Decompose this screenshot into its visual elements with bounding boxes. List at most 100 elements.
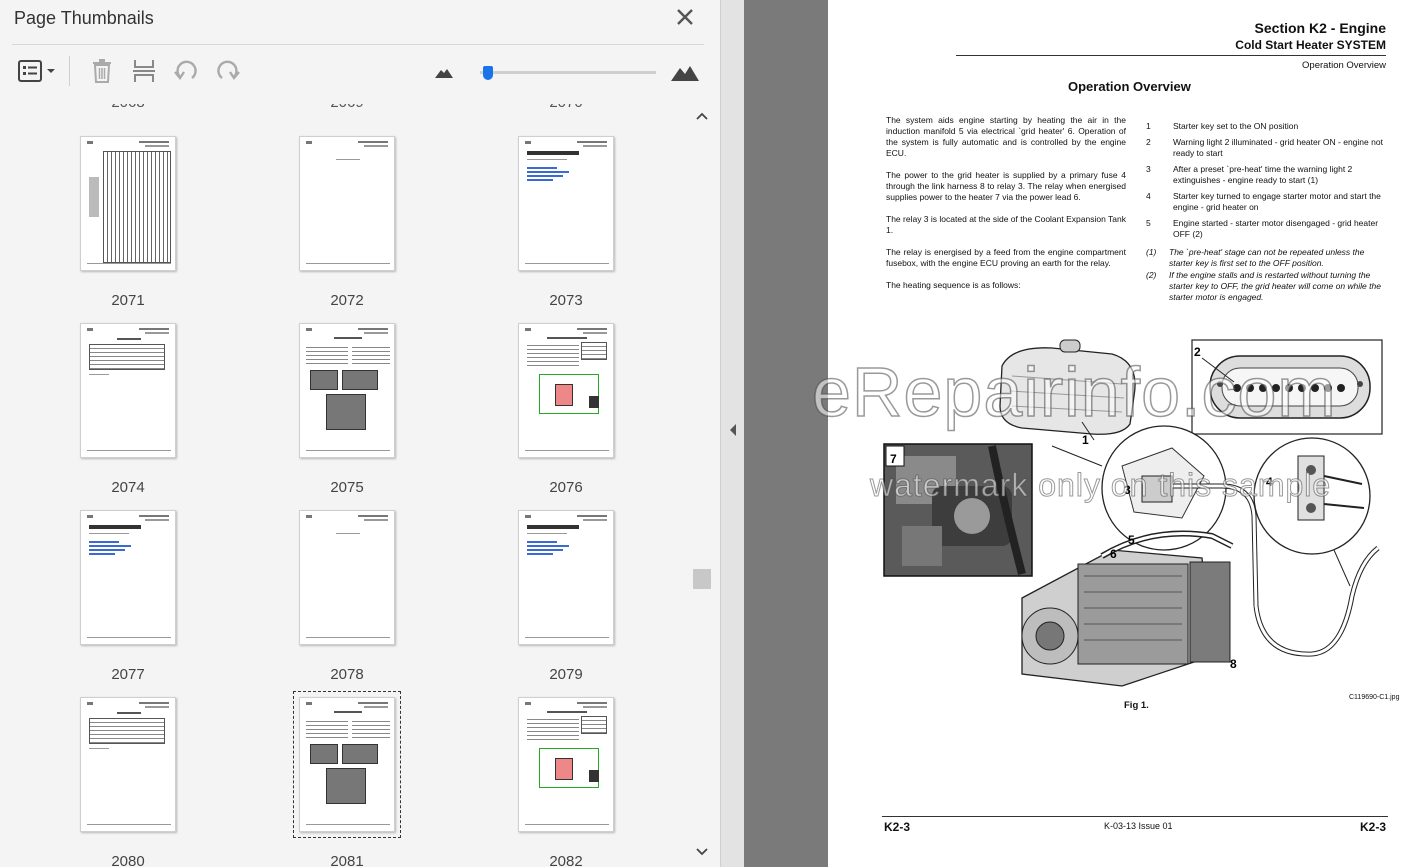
header-rule [956, 55, 1386, 56]
thumbnail-mark [89, 553, 115, 555]
thumbnail-mark [306, 450, 390, 451]
delete-pages-button[interactable] [86, 56, 118, 86]
thumbnail-mark [89, 541, 119, 543]
step-text: After a preset `pre-heat' time the warni… [1173, 164, 1353, 185]
watermark-notice: watermark only on this sample [869, 467, 1332, 504]
thumbnail-mark [525, 450, 609, 451]
footnote-marker: (2) [1146, 270, 1157, 280]
thumbnail-page-preview[interactable] [518, 697, 614, 832]
thumbnail-page-preview[interactable] [80, 323, 176, 458]
thumbnail-page-preview[interactable] [80, 510, 176, 645]
thumbnail-mark [527, 525, 579, 529]
thumbnail-mark [139, 328, 169, 330]
page-thumbnail[interactable]: 2077 [80, 510, 280, 697]
thumbnail-mark [583, 519, 607, 521]
thumbnail-page-preview[interactable] [299, 510, 395, 645]
step-number: 4 [1146, 191, 1151, 201]
thumbnail-page-label: 2074 [111, 479, 145, 496]
callout-1: 1 [1082, 433, 1089, 447]
thumbnail-mark [306, 702, 312, 705]
thumbnail-mark [117, 712, 141, 714]
thumbnail-scrollbar[interactable] [692, 104, 712, 867]
page-thumbnail[interactable]: 2075 [299, 323, 499, 510]
thumbnail-mark [525, 824, 609, 825]
fuse-detail [1253, 437, 1371, 587]
zoom-slider-track [480, 71, 656, 74]
thumbnail-mark [306, 824, 390, 825]
thumbnail-mark [89, 545, 131, 547]
thumbnail-page-preview[interactable] [293, 691, 401, 838]
thumbnail-mark [334, 337, 362, 339]
thumbnail-mark [525, 141, 531, 144]
thumbnail-mark [87, 637, 171, 638]
rotate-clockwise-icon [217, 60, 240, 81]
rotate-counterclockwise-button[interactable] [170, 56, 202, 86]
thumbnail-mark [336, 533, 360, 534]
footnote: (2) If the engine stalls and is restarted… [1146, 270, 1388, 303]
close-panel-button[interactable] [672, 4, 698, 30]
insert-pages-button[interactable] [128, 56, 160, 86]
page-thumbnail[interactable]: 2076 [518, 323, 718, 510]
thumbnail-mark [527, 553, 553, 555]
collapse-panel-icon[interactable] [727, 420, 739, 440]
thumbnail-options-button[interactable] [14, 56, 58, 86]
thumbnail-mark [364, 519, 388, 521]
thumbnail-mark [145, 519, 169, 521]
callout-7: 7 [890, 452, 897, 466]
document-page: Section K2 - Engine Cold Start Heater SY… [828, 0, 1424, 867]
sequence-column: 1 Starter key set to the ON position 2 War… [1146, 121, 1388, 304]
page-thumbnail[interactable]: 2078 [299, 510, 499, 697]
page-thumbnail[interactable]: 2080 [80, 697, 280, 867]
callout-5: 5 [1128, 533, 1135, 547]
thumbnail-page-preview[interactable] [299, 136, 395, 271]
thumbnail-page-preview[interactable] [518, 136, 614, 271]
page-thumbnail[interactable]: 2074 [80, 323, 280, 510]
page-thumbnail[interactable]: 2079 [518, 510, 718, 697]
thumbnail-page-preview[interactable] [299, 323, 395, 458]
document-viewer-background [744, 0, 828, 867]
thumbnail-mark [342, 370, 378, 390]
chevron-up-icon [696, 112, 708, 120]
toolbar-divider [69, 56, 70, 86]
panel-splitter[interactable] [720, 0, 744, 867]
scroll-up-button[interactable] [692, 106, 712, 126]
footnote-text: The `pre-heat' stage can not be repeated… [1169, 247, 1365, 268]
thumbnail-mark [310, 370, 338, 390]
thumbnail-mark [364, 145, 388, 147]
zoom-out-button[interactable] [432, 56, 456, 86]
scrollbar-thumb[interactable] [693, 568, 711, 589]
rotate-clockwise-button[interactable] [212, 56, 244, 86]
page-thumbnail[interactable]: 2081 [293, 691, 499, 867]
thumbnail-mark [334, 711, 362, 713]
thumbnail-mark [364, 706, 388, 708]
thumbnail-mark [306, 344, 348, 366]
thumbnail-mark [525, 263, 609, 264]
thumbnail-mark [358, 702, 388, 704]
thumbnail-page-preview[interactable] [518, 510, 614, 645]
page-thumbnail[interactable]: 2082 [518, 697, 718, 867]
thumbnail-page-label: 2081 [330, 853, 364, 867]
sequence-step: 1 Starter key set to the ON position [1146, 121, 1388, 132]
thumbnail-page-preview[interactable] [80, 136, 176, 271]
thumbnail-mark [139, 702, 169, 704]
thumbnail-mark [103, 151, 171, 263]
thumbnail-mark [589, 770, 599, 782]
thumbnail-mark [555, 758, 573, 780]
thumbnail-page-preview[interactable] [80, 697, 176, 832]
zoom-slider-thumb[interactable] [483, 66, 494, 80]
page-thumbnail[interactable]: 2072 [299, 136, 499, 323]
thumbnail-mark [306, 263, 390, 264]
header-breadcrumb: Operation Overview [1302, 60, 1386, 71]
thumbnail-zoom-slider[interactable] [480, 66, 656, 80]
footer-page-number-right: K2-3 [1359, 820, 1386, 834]
thumbnail-mark [145, 332, 169, 334]
page-thumbnail[interactable]: 2071 [80, 136, 280, 323]
thumbnail-page-preview[interactable] [518, 323, 614, 458]
page-thumbnail[interactable]: 2073 [518, 136, 718, 323]
thumbnail-label-previous-row: 2069 [287, 104, 407, 111]
sequence-step: 4 Starter key turned to engage starter mo… [1146, 191, 1388, 213]
thumbnail-list[interactable]: 2068 2069 2070 2071 2072 2073 2074 2075 2076 2… [12, 104, 718, 867]
thumbnail-mark [145, 145, 169, 147]
zoom-in-button[interactable] [668, 56, 702, 86]
scroll-down-button[interactable] [692, 842, 712, 862]
